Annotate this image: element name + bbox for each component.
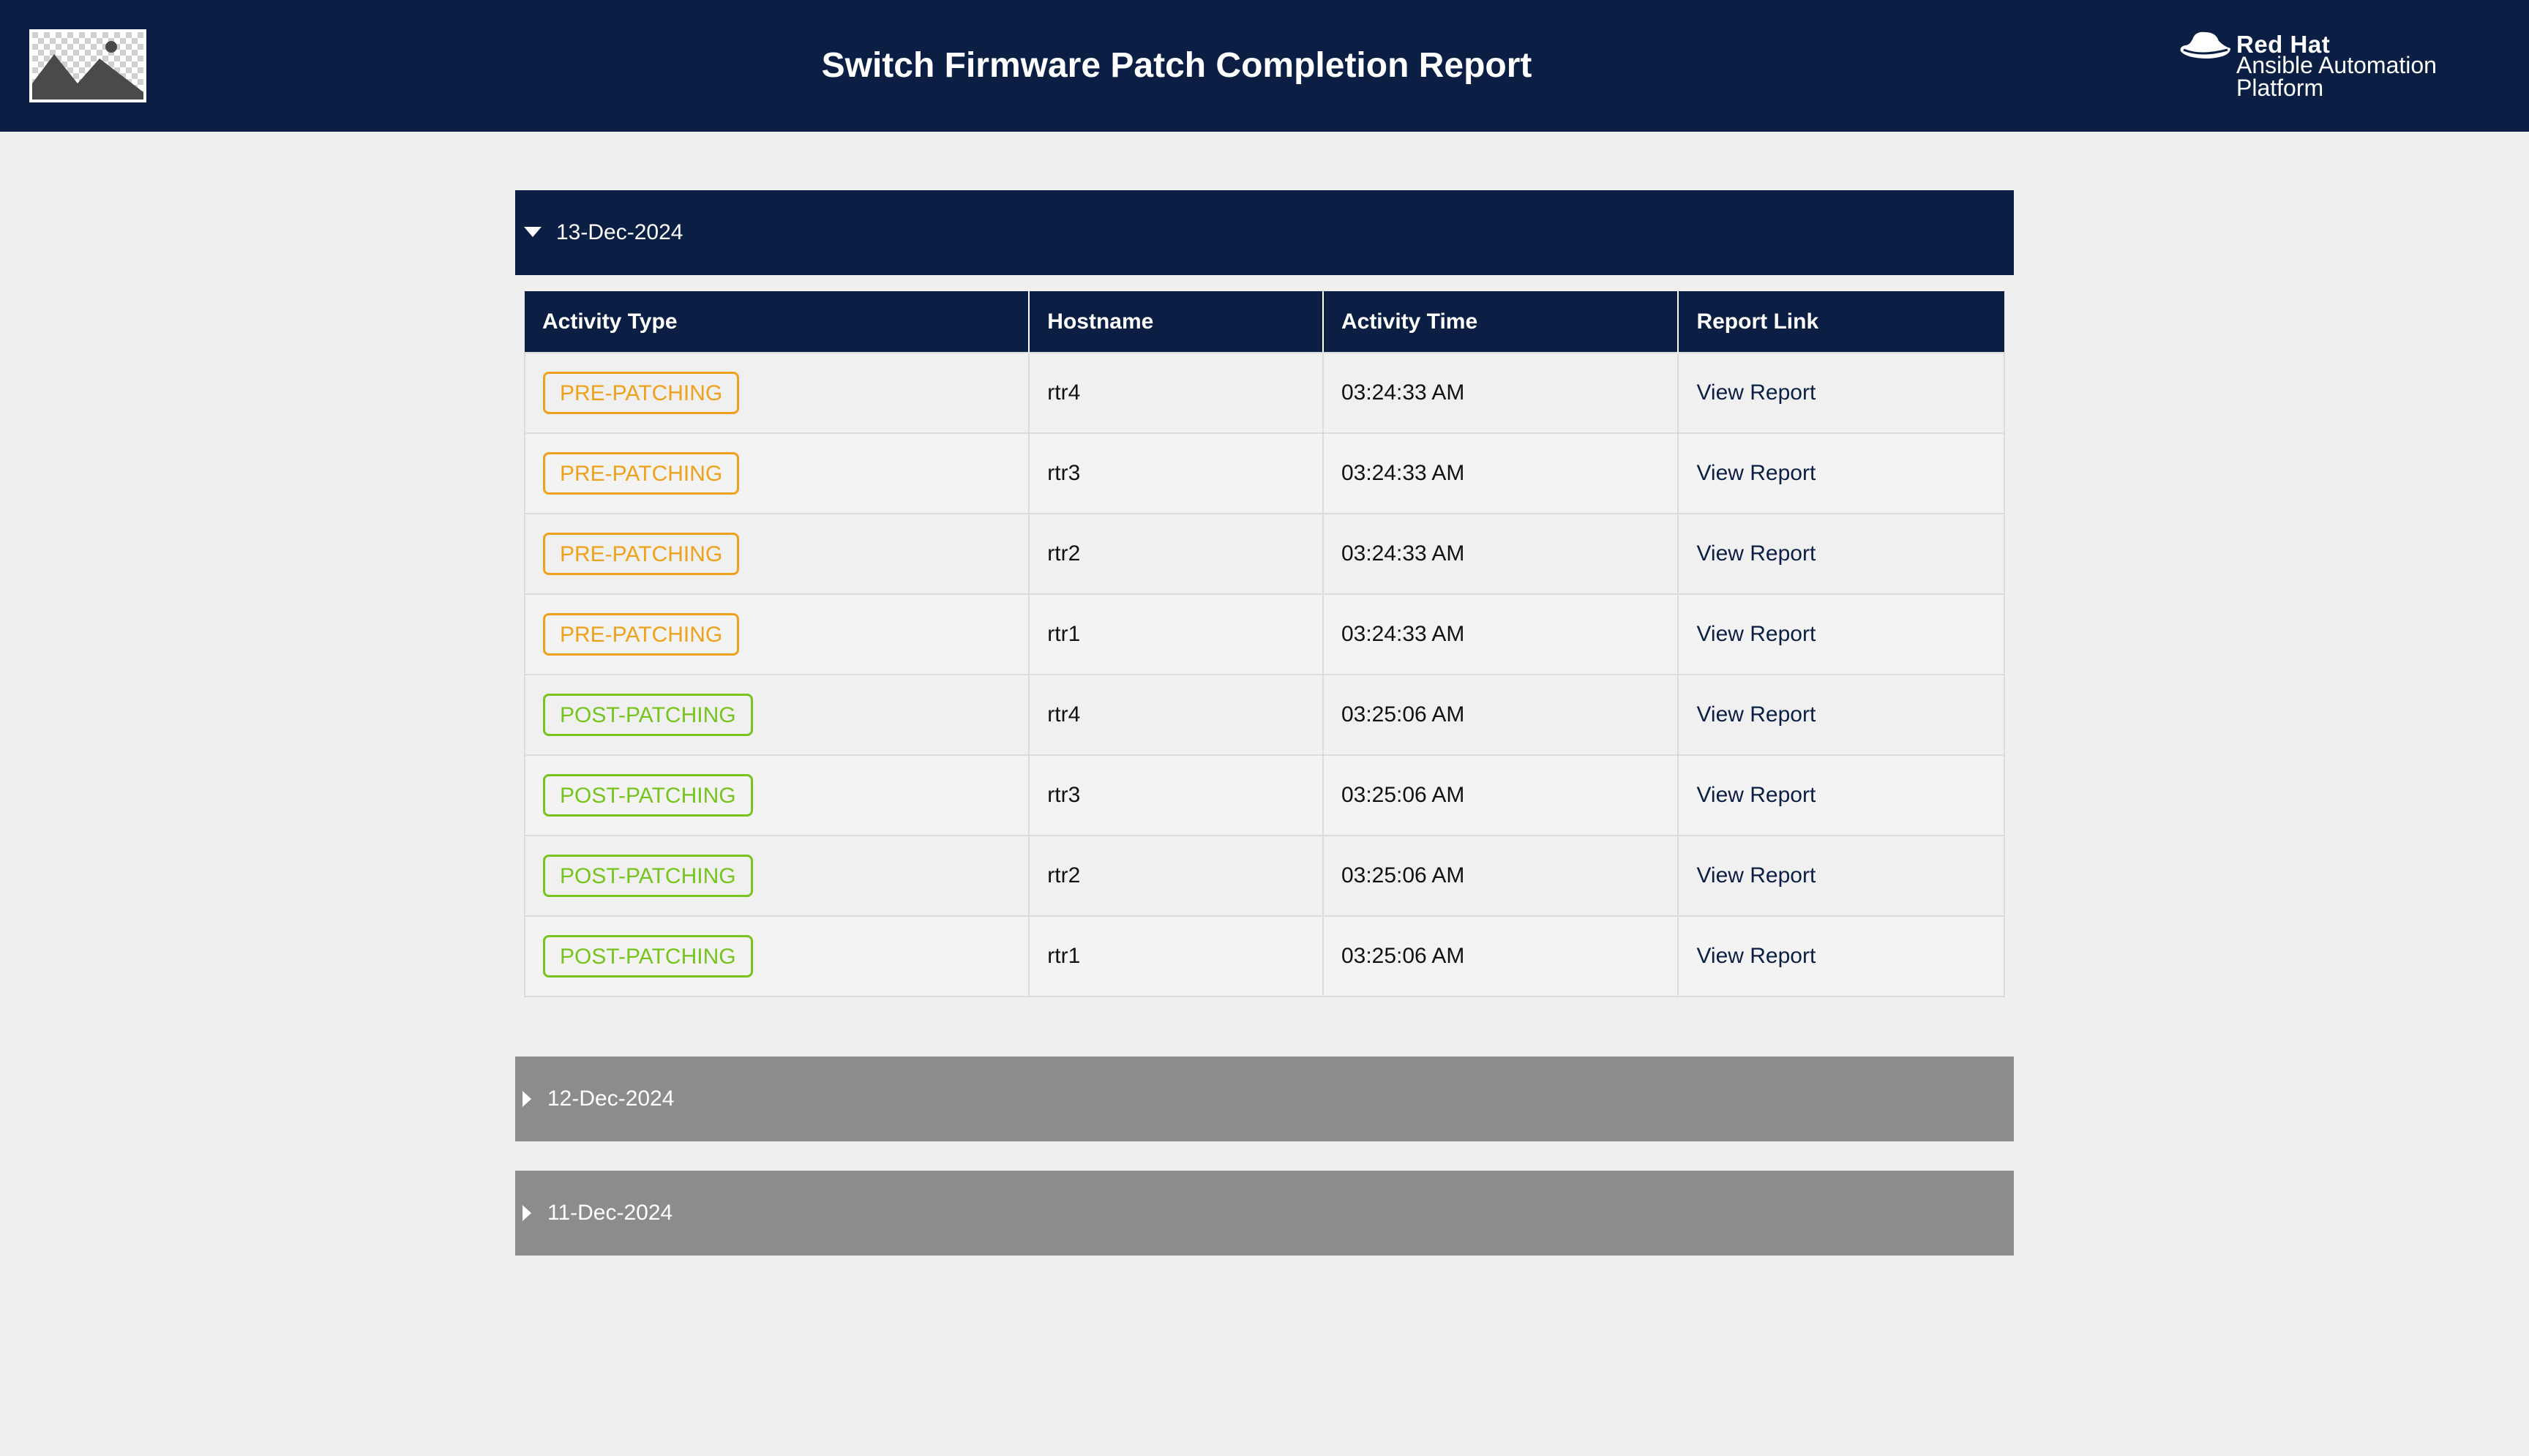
activity-time-cell: 03:24:33 AM [1322, 352, 1679, 434]
section-header-12-dec-2024[interactable]: 12-Dec-2024 [515, 1057, 2014, 1141]
column-header-activity-time: Activity Time [1322, 291, 1679, 353]
page-title: Switch Firmware Patch Completion Report [821, 46, 1532, 85]
hostname-cell: rtr3 [1028, 754, 1324, 836]
red-hat-icon [2180, 31, 2230, 59]
view-report-link[interactable]: View Report [1696, 863, 1816, 888]
activity-type-badge: PRE-PATCHING [543, 613, 740, 656]
hostname-cell: rtr3 [1028, 432, 1324, 514]
activity-type-badge: POST-PATCHING [543, 774, 753, 817]
activity-time-cell: 03:25:06 AM [1322, 754, 1679, 836]
view-report-link[interactable]: View Report [1696, 944, 1816, 968]
top-header-bar: Switch Firmware Patch Completion Report … [0, 0, 2529, 132]
activity-type-badge: POST-PATCHING [543, 855, 753, 897]
hostname-cell: rtr4 [1028, 352, 1324, 434]
hostname-cell: rtr4 [1028, 674, 1324, 756]
view-report-link[interactable]: View Report [1696, 622, 1816, 646]
activity-type-badge: PRE-PATCHING [543, 452, 740, 495]
table-row: PRE-PATCHING rtr1 03:24:33 AM View Repor… [523, 593, 2005, 675]
activity-time-cell: 03:25:06 AM [1322, 674, 1679, 756]
activity-time-cell: 03:25:06 AM [1322, 835, 1679, 917]
hostname-cell: rtr2 [1028, 513, 1324, 595]
column-header-activity-type: Activity Type [525, 291, 1030, 353]
view-report-link[interactable]: View Report [1696, 461, 1816, 485]
section-date-label: 13-Dec-2024 [556, 220, 683, 244]
activity-type-badge: PRE-PATCHING [543, 533, 740, 575]
hostname-cell: rtr2 [1028, 835, 1324, 917]
caret-right-icon [522, 1171, 544, 1256]
column-header-report-link: Report Link [1678, 291, 2004, 353]
view-report-link[interactable]: View Report [1696, 380, 1816, 405]
table-row: POST-PATCHING rtr4 03:25:06 AM View Repo… [523, 674, 2005, 756]
red-hat-brand-logo: Red Hat Ansible Automation Platform [2179, 29, 2487, 102]
section-date-label: 11-Dec-2024 [547, 1201, 673, 1225]
column-header-hostname: Hostname [1029, 291, 1324, 353]
table-row: POST-PATCHING rtr2 03:25:06 AM View Repo… [523, 835, 2005, 917]
table-row: PRE-PATCHING rtr3 03:24:33 AM View Repor… [523, 432, 2005, 514]
activity-type-badge: POST-PATCHING [543, 935, 753, 977]
brand-product-name: Ansible Automation Platform [2236, 52, 2437, 101]
caret-right-icon [522, 1057, 544, 1141]
hostname-cell: rtr1 [1028, 915, 1324, 997]
view-report-link[interactable]: View Report [1696, 541, 1816, 566]
section-header-13-dec-2024[interactable]: 13-Dec-2024 [515, 190, 2014, 275]
activity-type-badge: POST-PATCHING [543, 694, 753, 736]
section-header-11-dec-2024[interactable]: 11-Dec-2024 [515, 1171, 2014, 1256]
activity-time-cell: 03:24:33 AM [1322, 432, 1679, 514]
view-report-link[interactable]: View Report [1696, 783, 1816, 807]
activity-time-cell: 03:24:33 AM [1322, 513, 1679, 595]
activity-time-cell: 03:25:06 AM [1322, 915, 1679, 997]
table-row: POST-PATCHING rtr1 03:25:06 AM View Repo… [523, 915, 2005, 997]
patch-activity-table: Activity Type Hostname Activity Time Rep… [523, 291, 2005, 997]
caret-down-icon [524, 190, 546, 275]
table-row: POST-PATCHING rtr3 03:25:06 AM View Repo… [523, 754, 2005, 836]
hostname-cell: rtr1 [1028, 593, 1324, 675]
activity-type-badge: PRE-PATCHING [543, 372, 740, 414]
table-row: PRE-PATCHING rtr2 03:24:33 AM View Repor… [523, 513, 2005, 595]
table-row: PRE-PATCHING rtr4 03:24:33 AM View Repor… [523, 352, 2005, 434]
activity-time-cell: 03:24:33 AM [1322, 593, 1679, 675]
table-header-row: Activity Type Hostname Activity Time Rep… [525, 291, 2004, 353]
section-date-label: 12-Dec-2024 [547, 1087, 675, 1111]
view-report-link[interactable]: View Report [1696, 702, 1816, 727]
